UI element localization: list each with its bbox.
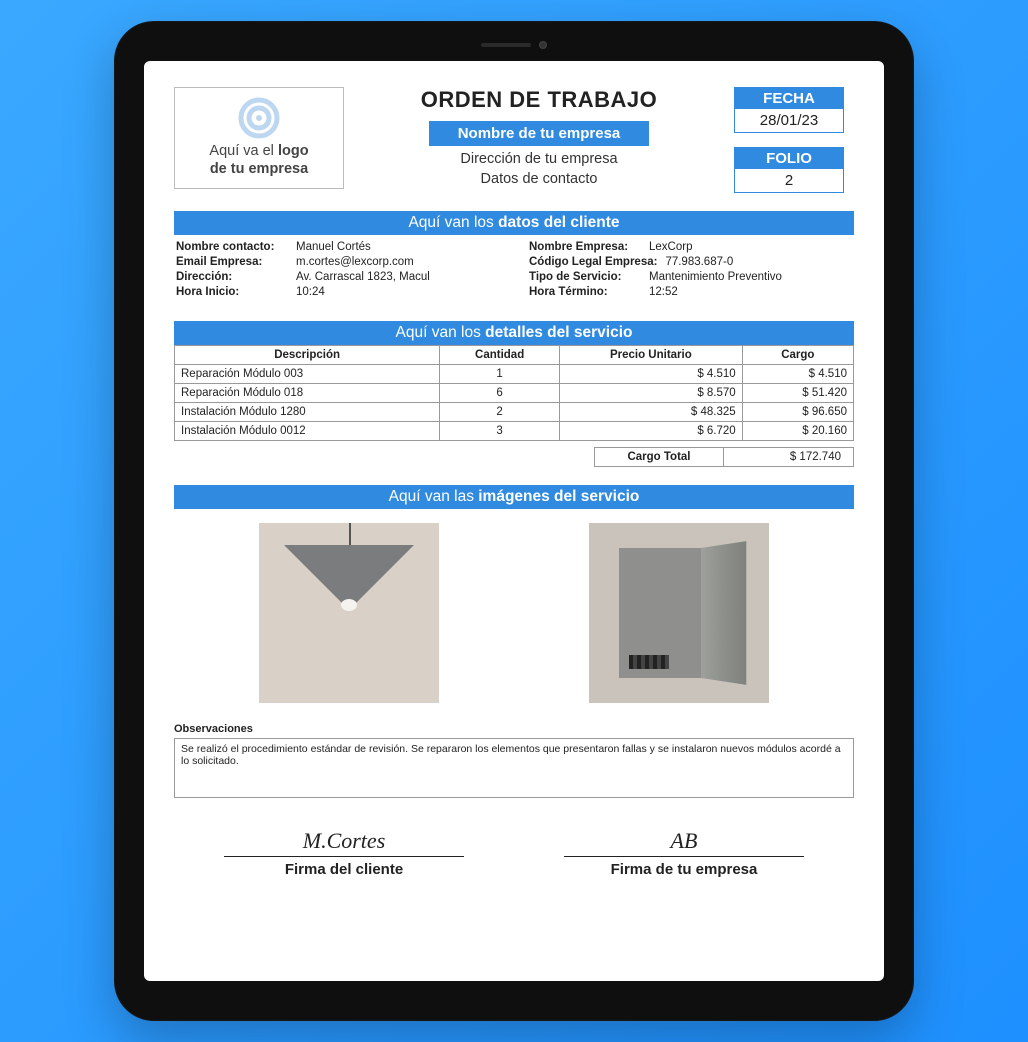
company-contact: Datos de contacto <box>362 170 716 190</box>
details-table: DescripciónCantidadPrecio UnitarioCargoR… <box>174 345 854 441</box>
service-image-1 <box>259 523 439 703</box>
table-row: Reparación Módulo 0186$ 8.570$ 51.420 <box>175 384 854 403</box>
client-field: Nombre Empresa:LexCorp <box>529 239 852 254</box>
total-value: $ 172.740 <box>724 447 854 467</box>
client-field: Email Empresa:m.cortes@lexcorp.com <box>176 254 499 269</box>
client-field: Tipo de Servicio:Mantenimiento Preventiv… <box>529 269 852 284</box>
client-field: Nombre contacto:Manuel Cortés <box>176 239 499 254</box>
table-header: Cargo <box>742 346 853 365</box>
table-row: Reparación Módulo 0031$ 4.510$ 4.510 <box>175 365 854 384</box>
signature-client: M.Cortes Firma del cliente <box>224 828 464 878</box>
table-header: Descripción <box>175 346 440 365</box>
table-header: Precio Unitario <box>560 346 743 365</box>
client-field: Hora Término:12:52 <box>529 284 852 299</box>
section-header-client: Aquí van los datos del cliente <box>174 211 854 235</box>
client-data-grid: Nombre contacto:Manuel CortésEmail Empre… <box>174 235 854 303</box>
total-row: Cargo Total $ 172.740 <box>174 447 854 467</box>
table-row: Instalación Módulo 12802$ 48.325$ 96.650 <box>175 403 854 422</box>
table-row: Instalación Módulo 00123$ 6.720$ 20.160 <box>175 422 854 441</box>
work-order-document: Aquí va el logo de tu empresa ORDEN DE T… <box>144 61 884 981</box>
client-field: Código Legal Empresa:77.983.687-0 <box>529 254 852 269</box>
total-label: Cargo Total <box>594 447 724 467</box>
signature-company: AB Firma de tu empresa <box>564 828 804 878</box>
company-address: Dirección de tu empresa <box>362 150 716 170</box>
fecha-value: 28/01/23 <box>735 109 843 132</box>
section-header-images: Aquí van las imágenes del servicio <box>174 485 854 509</box>
service-image-2 <box>589 523 769 703</box>
table-header: Cantidad <box>440 346 560 365</box>
signature-company-label: Firma de tu empresa <box>564 856 804 878</box>
section-header-details: Aquí van los detalles del servicio <box>174 321 854 345</box>
company-name-chip: Nombre de tu empresa <box>429 121 649 146</box>
folio-value: 2 <box>735 169 843 192</box>
logo-placeholder: Aquí va el logo de tu empresa <box>174 87 344 189</box>
document-title: ORDEN DE TRABAJO <box>362 87 716 113</box>
folio-box: FOLIO 2 <box>734 147 844 193</box>
tablet-frame: Aquí va el logo de tu empresa ORDEN DE T… <box>114 21 914 1021</box>
client-field: Dirección:Av. Carrascal 1823, Macul <box>176 269 499 284</box>
fecha-box: FECHA 28/01/23 <box>734 87 844 133</box>
logo-text: Aquí va el logo de tu empresa <box>181 142 337 178</box>
observaciones-label: Observaciones <box>174 723 854 735</box>
folio-label: FOLIO <box>735 148 843 169</box>
observaciones-box: Se realizó el procedimiento estándar de … <box>174 738 854 798</box>
signature-company-scribble: AB <box>564 828 804 854</box>
client-field: Hora Inicio:10:24 <box>176 284 499 299</box>
fecha-label: FECHA <box>735 88 843 109</box>
tablet-camera-bar <box>481 41 547 49</box>
signature-client-scribble: M.Cortes <box>224 828 464 854</box>
signature-client-label: Firma del cliente <box>224 856 464 878</box>
logo-icon <box>237 96 281 140</box>
